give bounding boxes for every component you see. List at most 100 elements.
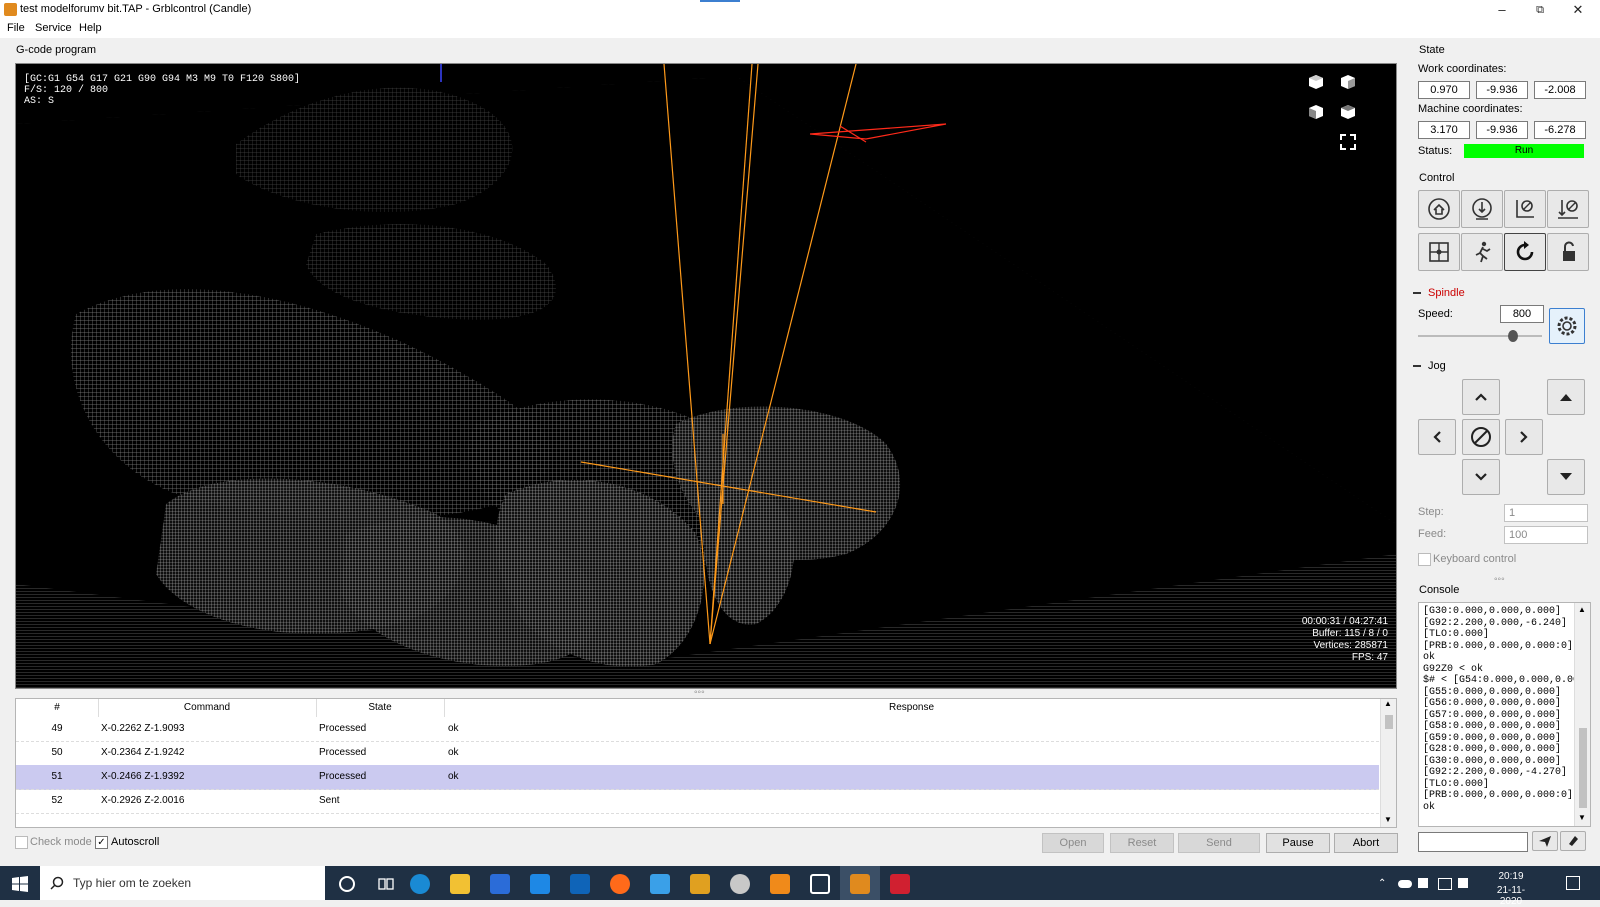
jog-y-plus-button[interactable]: [1462, 379, 1500, 415]
tray-chevron-icon[interactable]: ⌃: [1378, 878, 1386, 889]
soft-reset-button[interactable]: [1504, 233, 1546, 271]
col-header-state[interactable]: State: [316, 699, 445, 717]
menu-file[interactable]: File: [7, 22, 25, 34]
spindle-speed-label: Speed:: [1418, 308, 1453, 320]
machine-z-field: -6.278: [1534, 121, 1586, 139]
jog-collapse-icon[interactable]: [1413, 365, 1421, 367]
console-splitter[interactable]: ◦◦◦: [1494, 574, 1505, 585]
console-command-input[interactable]: [1418, 832, 1528, 852]
keyboard-control-checkbox[interactable]: [1418, 553, 1431, 566]
menu-help[interactable]: Help: [79, 22, 102, 34]
onedrive-icon[interactable]: [1398, 880, 1412, 888]
taskbar-search-box[interactable]: Typ hier om te zoeken: [40, 866, 325, 900]
view-left-icon[interactable]: [1338, 102, 1358, 122]
view-top-icon[interactable]: [1338, 72, 1358, 92]
jog-z-plus-button[interactable]: [1547, 379, 1585, 415]
spindle-slider-track[interactable]: [1418, 335, 1542, 337]
col-header-command[interactable]: Command: [98, 699, 317, 717]
task-view-icon[interactable]: [378, 876, 394, 892]
filezilla-icon[interactable]: [690, 874, 710, 894]
view-iso-icon[interactable]: [1306, 72, 1326, 92]
origin-icon: [1429, 242, 1449, 262]
volume-icon[interactable]: [1458, 878, 1468, 888]
viewport-splitter[interactable]: ◦◦◦: [694, 687, 705, 698]
console-line: G92Z0 < ok: [1423, 663, 1484, 675]
edge-icon[interactable]: [410, 874, 430, 894]
console-output[interactable]: [G30:0.000,0.000,0.000] [G92:2.200,0.000,…: [1418, 602, 1591, 827]
jog-y-minus-button[interactable]: [1462, 459, 1500, 495]
home-button[interactable]: [1418, 190, 1460, 228]
clock-date[interactable]: 21-11-2020: [1486, 885, 1536, 907]
zero-xy-button[interactable]: [1504, 190, 1546, 228]
jog-stop-button[interactable]: [1462, 419, 1500, 455]
unlock-button[interactable]: [1547, 233, 1589, 271]
reset-button[interactable]: Reset: [1110, 833, 1174, 853]
console-line: [G58:0.000,0.000,0.000]: [1423, 721, 1562, 732]
autoscroll-checkbox[interactable]: ✓: [95, 836, 108, 849]
row-response: ok: [448, 771, 459, 782]
jog-x-minus-button[interactable]: [1418, 419, 1456, 455]
menu-service[interactable]: Service: [35, 22, 72, 34]
feed-select[interactable]: 100: [1504, 526, 1588, 544]
scroll-thumb[interactable]: [1579, 728, 1587, 808]
restore-button[interactable]: ⧉: [1520, 1, 1560, 19]
console-clear-button[interactable]: [1560, 831, 1586, 851]
spindle-toggle-button[interactable]: [1549, 308, 1585, 344]
pause-button[interactable]: Pause: [1266, 833, 1330, 853]
row-command: X-0.2466 Z-1.9392: [101, 771, 185, 782]
table-row[interactable]: 49 X-0.2262 Z-1.9093 Processed ok: [16, 717, 1379, 742]
notepad-icon[interactable]: [650, 874, 670, 894]
notification-icon[interactable]: [1566, 876, 1580, 890]
open-button[interactable]: Open: [1042, 833, 1104, 853]
cube-app-icon[interactable]: [810, 874, 830, 894]
fit-view-icon[interactable]: [1338, 132, 1358, 152]
col-header-response[interactable]: Response: [444, 699, 1379, 717]
console-send-button[interactable]: [1532, 831, 1558, 851]
spindle-collapse-icon[interactable]: [1413, 292, 1421, 294]
inkscape-icon[interactable]: [770, 874, 790, 894]
display-icon[interactable]: [1438, 878, 1452, 890]
zero-z-button[interactable]: [1547, 190, 1589, 228]
table-scrollbar[interactable]: ▲ ▼: [1380, 699, 1396, 827]
safe-position-button[interactable]: [1461, 233, 1503, 271]
spindle-speed-field[interactable]: 800: [1500, 305, 1544, 323]
view-front-icon[interactable]: [1306, 102, 1326, 122]
machine-x-field: 3.170: [1418, 121, 1470, 139]
outlook-icon[interactable]: [570, 874, 590, 894]
console-scrollbar[interactable]: ▲ ▼: [1574, 603, 1590, 826]
minimize-button[interactable]: –: [1482, 1, 1522, 19]
origin-button[interactable]: [1418, 233, 1460, 271]
store-icon[interactable]: [490, 874, 510, 894]
candle-icon[interactable]: [850, 874, 870, 894]
windows-start-icon[interactable]: [12, 876, 28, 892]
table-row[interactable]: 52 X-0.2926 Z-2.0016 Sent: [16, 789, 1379, 814]
3d-viewport[interactable]: [GC:G1 G54 G17 G21 G90 G94 M3 M9 T0 F120…: [15, 63, 1397, 689]
spindle-slider-thumb[interactable]: [1508, 330, 1519, 342]
scroll-up-icon[interactable]: ▲: [1384, 699, 1392, 708]
jog-z-minus-button[interactable]: [1547, 459, 1585, 495]
scroll-down-icon[interactable]: ▼: [1578, 813, 1586, 822]
file-explorer-icon[interactable]: [450, 874, 470, 894]
scroll-down-icon[interactable]: ▼: [1384, 815, 1392, 824]
table-row[interactable]: 50 X-0.2364 Z-1.9242 Processed ok: [16, 741, 1379, 766]
pen-app-icon[interactable]: [890, 874, 910, 894]
check-mode-checkbox[interactable]: [15, 836, 28, 849]
machine-y-field: -9.936: [1476, 121, 1528, 139]
send-button[interactable]: Send: [1178, 833, 1260, 853]
console-line: [PRB:0.000,0.000,0.000:0]: [1423, 790, 1574, 801]
scroll-up-icon[interactable]: ▲: [1578, 605, 1586, 614]
abort-button[interactable]: Abort: [1334, 833, 1398, 853]
probe-button[interactable]: [1461, 190, 1503, 228]
col-header-num[interactable]: #: [16, 699, 99, 717]
step-select[interactable]: 1: [1504, 504, 1588, 522]
mail-icon[interactable]: [530, 874, 550, 894]
clock-time[interactable]: 20:19: [1486, 871, 1536, 882]
scroll-thumb[interactable]: [1385, 715, 1393, 729]
jog-x-plus-button[interactable]: [1505, 419, 1543, 455]
app-icon[interactable]: [730, 874, 750, 894]
close-button[interactable]: ✕: [1558, 1, 1598, 19]
cortana-icon[interactable]: [339, 876, 355, 892]
firefox-icon[interactable]: [610, 874, 630, 894]
network-icon[interactable]: [1418, 878, 1428, 888]
table-row-selected[interactable]: 51 X-0.2466 Z-1.9392 Processed ok: [16, 765, 1379, 790]
